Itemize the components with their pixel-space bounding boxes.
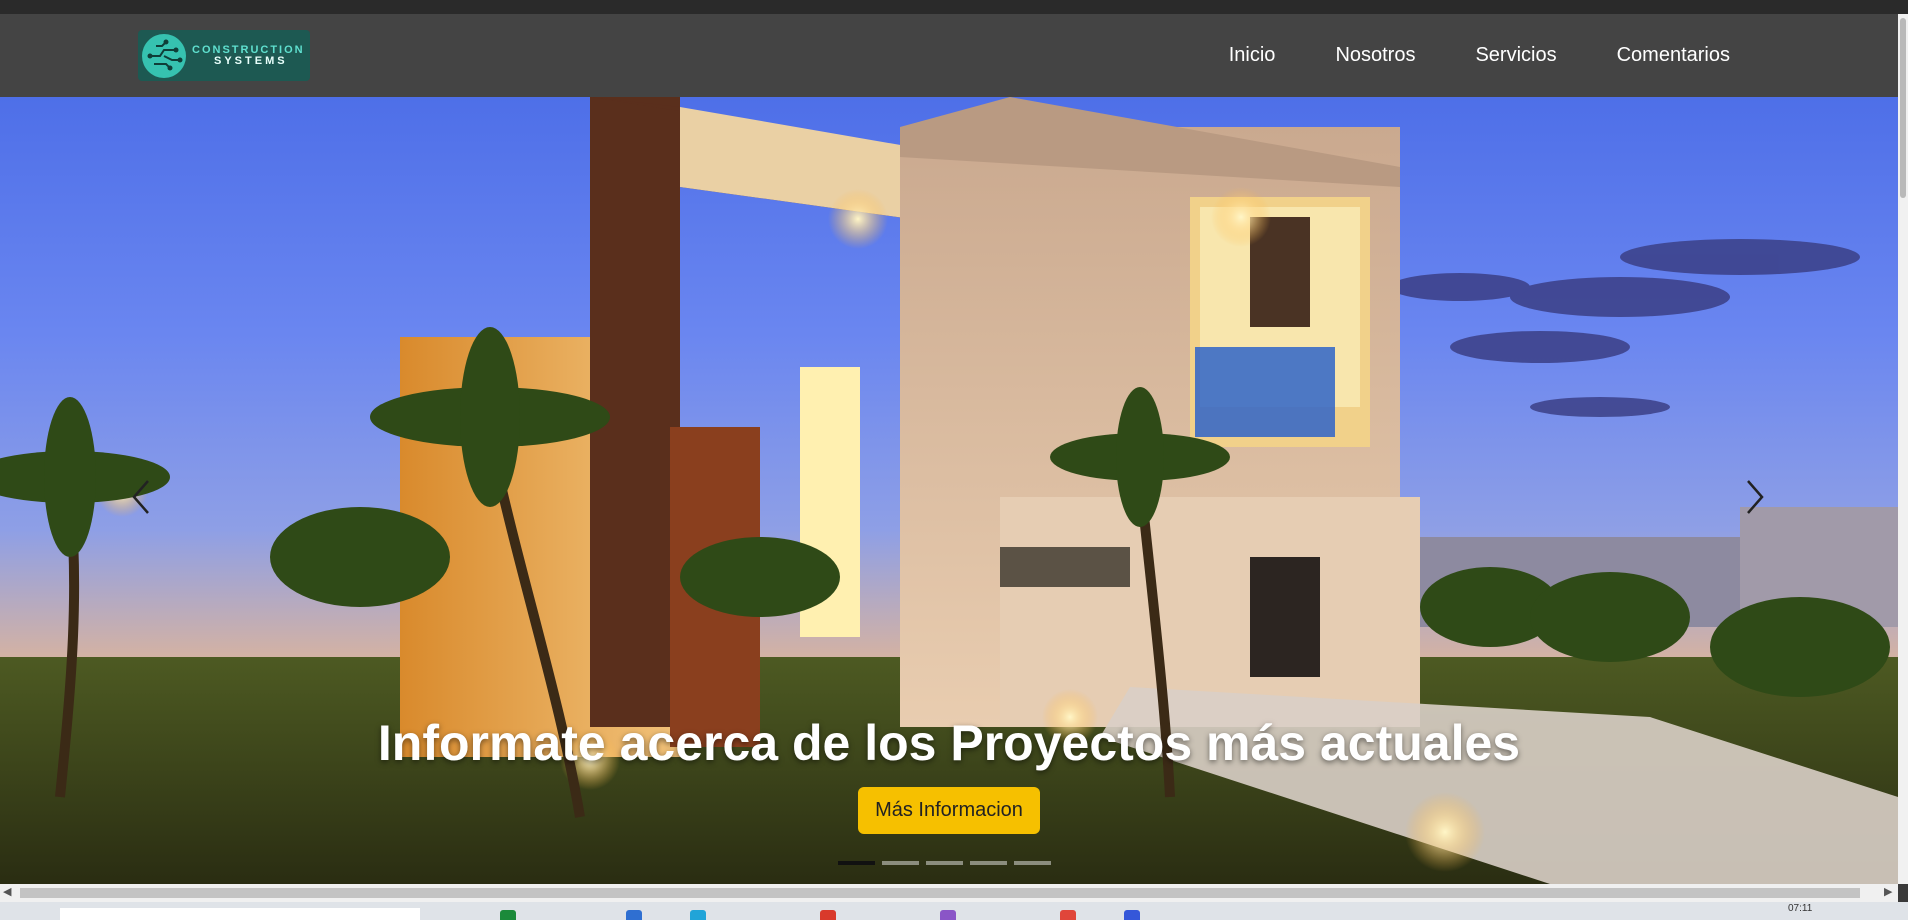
carousel-indicator-1[interactable] bbox=[838, 861, 875, 865]
vertical-scroll-thumb[interactable] bbox=[1900, 18, 1906, 198]
nav-link-comentarios[interactable]: Comentarios bbox=[1617, 44, 1730, 67]
taskbar-app-icon[interactable] bbox=[626, 910, 642, 920]
nav-link-nosotros[interactable]: Nosotros bbox=[1335, 44, 1415, 67]
site-logo[interactable]: CONSTRUCTION SYSTEMS bbox=[138, 30, 310, 81]
carousel-indicator-4[interactable] bbox=[970, 861, 1007, 865]
nav-link-inicio[interactable]: Inicio bbox=[1229, 44, 1276, 67]
browser-top-strip bbox=[0, 0, 1908, 14]
scroll-left-arrow-icon[interactable]: ◀ bbox=[3, 885, 11, 898]
taskbar-search-box[interactable] bbox=[60, 908, 420, 920]
taskbar-app-icon[interactable] bbox=[690, 910, 706, 920]
chevron-left-icon bbox=[132, 480, 149, 514]
logo-line-2: SYSTEMS bbox=[214, 54, 288, 67]
horizontal-scroll-thumb[interactable] bbox=[20, 888, 1860, 898]
more-info-button[interactable]: Más Informacion bbox=[858, 787, 1040, 834]
nav-links: Inicio Nosotros Servicios Comentarios bbox=[1229, 14, 1730, 97]
navbar: CONSTRUCTION SYSTEMS Inicio Nosotros Ser… bbox=[0, 14, 1898, 97]
hero-caption: Informate acerca de los Proyectos más ac… bbox=[377, 715, 1521, 771]
taskbar-app-icon[interactable] bbox=[500, 910, 516, 920]
taskbar-app-icon[interactable] bbox=[820, 910, 836, 920]
nav-link-servicios[interactable]: Servicios bbox=[1475, 44, 1556, 67]
hero-carousel: Informate acerca de los Proyectos más ac… bbox=[0, 97, 1898, 884]
taskbar-app-icon[interactable] bbox=[940, 910, 956, 920]
os-taskbar: 07:11 bbox=[0, 902, 1908, 920]
circuit-logo-icon bbox=[142, 33, 186, 78]
carousel-next-button[interactable] bbox=[1730, 467, 1780, 527]
scroll-right-arrow-icon[interactable]: ▶ bbox=[1884, 885, 1892, 898]
carousel-indicator-5[interactable] bbox=[1014, 861, 1051, 865]
horizontal-scrollbar[interactable]: ◀ ▶ bbox=[0, 884, 1898, 902]
taskbar-app-icon[interactable] bbox=[1124, 910, 1140, 920]
logo-wordmark: CONSTRUCTION SYSTEMS bbox=[192, 43, 305, 67]
taskbar-app-icon[interactable] bbox=[1060, 910, 1076, 920]
carousel-indicator-3[interactable] bbox=[926, 861, 963, 865]
web-page: CONSTRUCTION SYSTEMS Inicio Nosotros Ser… bbox=[0, 14, 1898, 884]
logo-line-1: CONSTRUCTION bbox=[192, 43, 305, 56]
carousel-indicator-2[interactable] bbox=[882, 861, 919, 865]
vertical-scrollbar[interactable] bbox=[1898, 14, 1908, 884]
carousel-indicators bbox=[838, 861, 1051, 865]
taskbar-clock: 07:11 bbox=[1788, 903, 1813, 914]
carousel-prev-button[interactable] bbox=[118, 467, 168, 527]
chevron-right-icon bbox=[1747, 480, 1764, 514]
